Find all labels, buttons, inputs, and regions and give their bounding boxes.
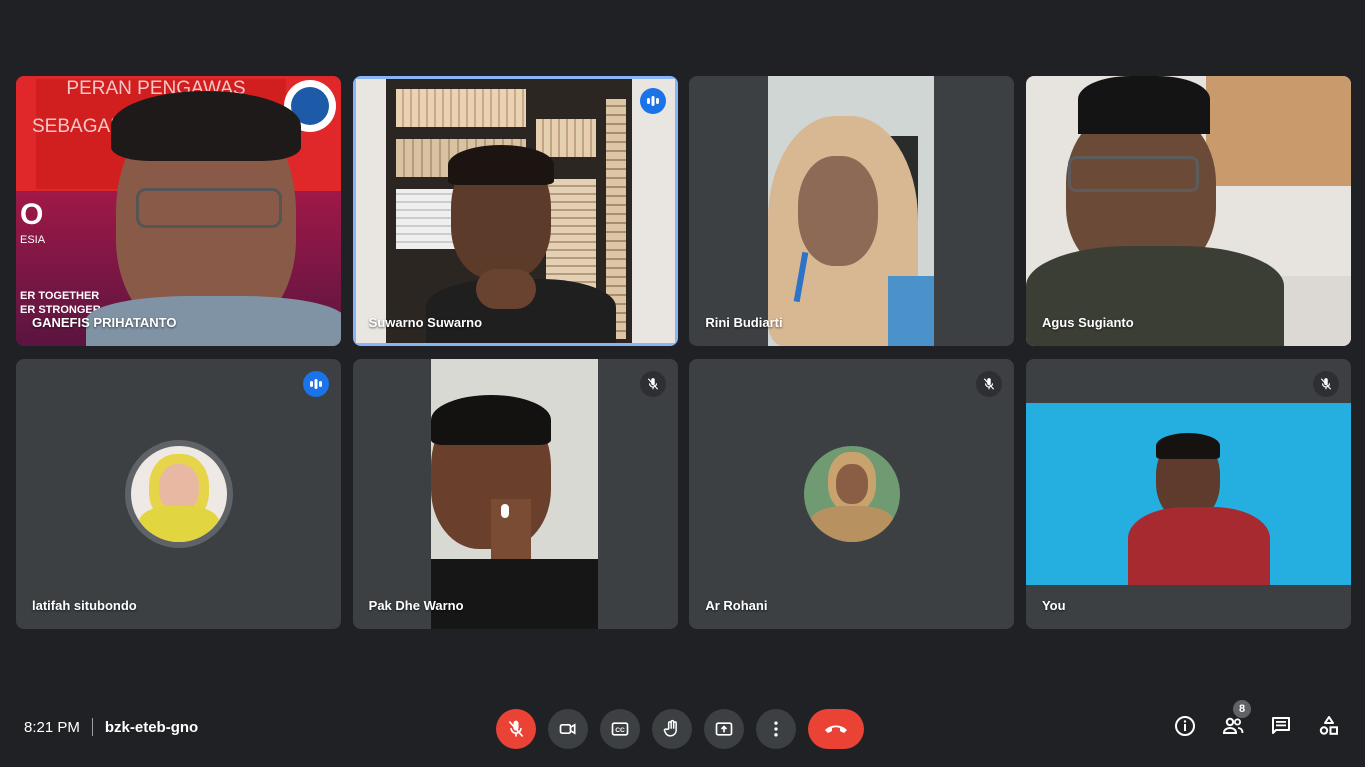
- participant-tile-latifah[interactable]: latifah situbondo: [16, 359, 341, 629]
- participant-tile-you[interactable]: You: [1025, 359, 1351, 629]
- participant-name: Ar Rohani: [705, 598, 768, 613]
- speaking-indicator-icon: [639, 88, 666, 114]
- participant-video: [1025, 403, 1351, 585]
- info-icon: [1175, 716, 1195, 736]
- slide-footer-1: ER TOGETHER: [20, 290, 100, 302]
- participant-tile-agus[interactable]: Agus Sugianto: [1025, 76, 1351, 346]
- participant-count-badge: 8: [1233, 700, 1251, 718]
- mic-toggle-button[interactable]: [496, 709, 536, 749]
- bottom-toolbar: 8:21 PM bzk-eteb-gno CC 8: [0, 688, 1365, 767]
- raise-hand-button[interactable]: [652, 709, 692, 749]
- participant-name: GANEFIS PRIHATANTO: [32, 315, 177, 330]
- participant-tile-arrohani[interactable]: Ar Rohani: [689, 359, 1015, 629]
- speaking-indicator-icon: [303, 371, 329, 397]
- activities-button[interactable]: [1315, 712, 1343, 740]
- side-panel-buttons: 8: [1171, 700, 1343, 740]
- meeting-code: bzk-eteb-gno: [104, 718, 199, 736]
- more-icon: [774, 721, 778, 737]
- divider: [91, 718, 93, 736]
- participant-video: [430, 359, 598, 629]
- participant-name: Pak Dhe Warno: [368, 598, 464, 613]
- present-button[interactable]: [704, 709, 744, 749]
- participant-tile-rini[interactable]: Rini Budiarti: [689, 76, 1015, 346]
- present-icon: [715, 722, 733, 736]
- call-controls: CC: [496, 709, 864, 749]
- svg-text:CC: CC: [615, 727, 625, 734]
- participant-name: Rini Budiarti: [705, 315, 783, 330]
- avatar: [803, 446, 900, 542]
- meeting-details: 8:21 PM bzk-eteb-gno: [24, 718, 198, 736]
- participant-video: [1025, 76, 1351, 346]
- mic-off-icon: [1312, 371, 1339, 397]
- avatar: [130, 446, 227, 542]
- participant-tile-suwarno[interactable]: Suwarno Suwarno: [352, 76, 678, 346]
- captions-icon: CC: [611, 722, 629, 736]
- participant-name: latifah situbondo: [32, 598, 137, 613]
- leave-call-button[interactable]: [808, 709, 864, 749]
- participant-tile-ganefis[interactable]: PERAN PENGAWAS SEBAGAI P JU O ESIA ER TO…: [16, 76, 341, 346]
- participant-tile-pakdhe[interactable]: Pak Dhe Warno: [352, 359, 678, 629]
- chat-icon: [1272, 717, 1290, 734]
- captions-button[interactable]: CC: [600, 709, 640, 749]
- slide-side-2: ESIA: [20, 234, 46, 246]
- people-button[interactable]: 8: [1219, 700, 1251, 740]
- participant-grid: PERAN PENGAWAS SEBAGAI P JU O ESIA ER TO…: [16, 76, 1351, 629]
- activities-icon: [1319, 716, 1338, 735]
- participant-name: Suwarno Suwarno: [368, 315, 483, 330]
- participant-video: [355, 79, 675, 343]
- mic-off-icon: [639, 371, 666, 397]
- more-options-button[interactable]: [756, 709, 796, 749]
- participant-video: [768, 76, 935, 346]
- mic-off-icon: [976, 371, 1003, 397]
- participant-video: PERAN PENGAWAS SEBAGAI P JU O ESIA ER TO…: [16, 76, 341, 346]
- current-time: 8:21 PM: [24, 718, 80, 736]
- slide-side-1: O: [20, 198, 44, 231]
- chat-button[interactable]: [1267, 712, 1295, 740]
- participant-name: You: [1041, 598, 1066, 613]
- mic-off-icon: [508, 720, 524, 738]
- raise-hand-icon: [663, 719, 677, 737]
- participant-name: Agus Sugianto: [1041, 315, 1134, 330]
- camera-toggle-button[interactable]: [548, 709, 588, 749]
- meeting-details-button[interactable]: [1171, 712, 1199, 740]
- camera-icon: [559, 723, 576, 735]
- end-call-icon: [825, 725, 847, 733]
